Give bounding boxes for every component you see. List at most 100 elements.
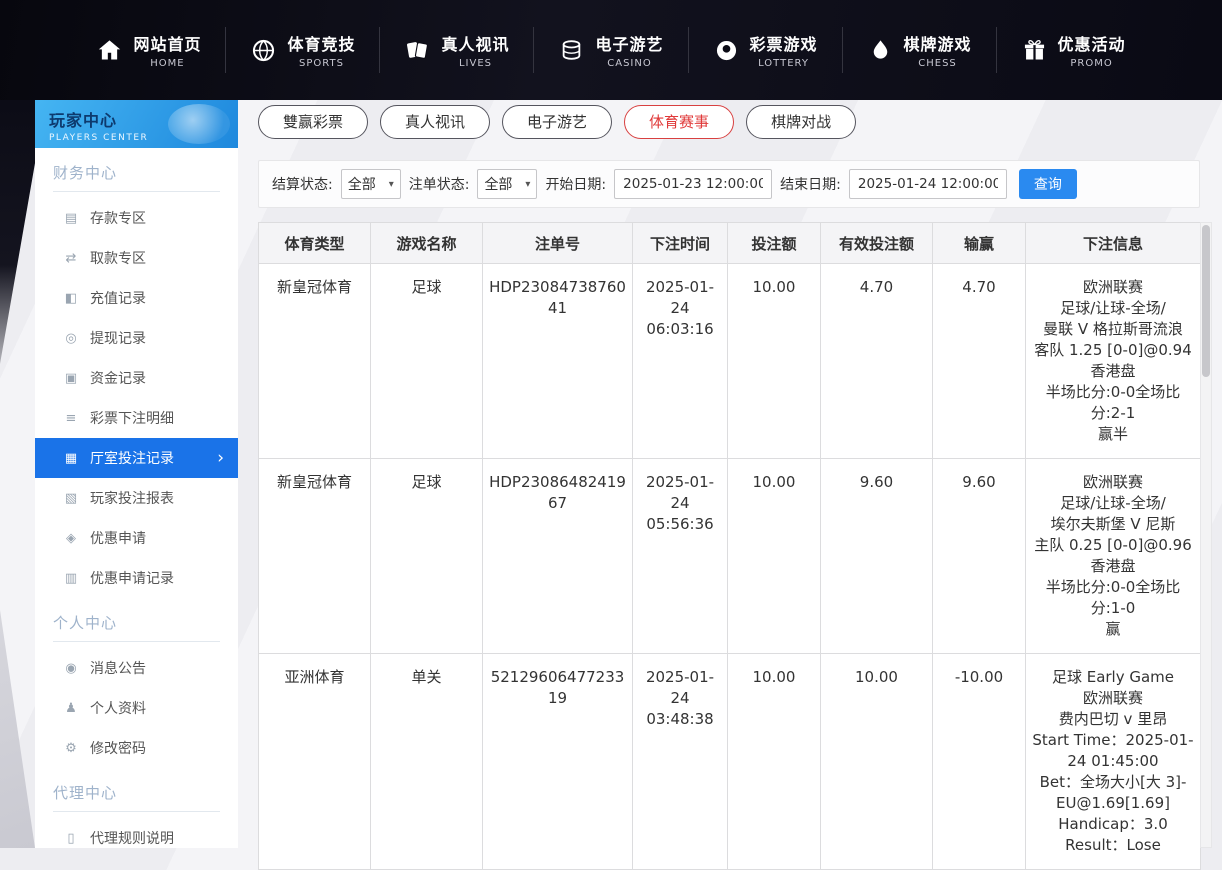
nav-label-zh: 网站首页 — [133, 31, 201, 55]
home-icon — [96, 37, 123, 64]
nav-item-lives[interactable]: 真人视讯 LIVES — [380, 31, 533, 69]
nav-label-en: LIVES — [441, 58, 509, 69]
nav-label-en: CHESS — [904, 58, 972, 69]
end-date-input[interactable] — [849, 169, 1007, 199]
cell-sport-type: 新皇冠体育 — [259, 459, 371, 654]
table-row: 新皇冠体育 足球 HDP2308648241967 2025-01-24 05:… — [259, 459, 1201, 654]
profile-icon: ♟ — [61, 701, 81, 716]
sidebar-item-label: 玩家投注报表 — [90, 488, 174, 508]
sidebar-item-label: 存款专区 — [90, 208, 146, 228]
recharge-record-icon: ◧ — [61, 291, 81, 306]
tab-sports[interactable]: 体育赛事 — [624, 105, 734, 139]
withdrawal-record-icon: ◎ — [61, 331, 81, 346]
nav-label-en: LOTTERY — [750, 58, 818, 69]
nav-item-sports[interactable]: 体育竞技 SPORTS — [226, 31, 379, 69]
tab-lottery[interactable]: 雙赢彩票 — [258, 105, 368, 139]
cards-icon — [404, 37, 431, 64]
bet-records-table: 体育类型 游戏名称 注单号 下注时间 投注额 有效投注额 输赢 下注信息 新皇冠… — [258, 222, 1201, 870]
sidebar-item-deposit[interactable]: ▤ 存款专区 — [35, 198, 238, 238]
end-date-label: 结束日期: — [780, 174, 841, 194]
nav-item-chess[interactable]: 棋牌游戏 CHESS — [843, 31, 996, 69]
nav-label-zh: 体育竞技 — [287, 31, 355, 55]
category-tabs: 雙赢彩票 真人视讯 电子游艺 体育赛事 棋牌对战 — [258, 105, 1200, 139]
cell-bet-info: 欧洲联赛 足球/让球-全场/ 曼联 V 格拉斯哥流浪 客队 1.25 [0-0]… — [1026, 264, 1201, 459]
cell-order-no: 5212960647723319 — [483, 654, 633, 870]
scrollbar-thumb[interactable] — [1202, 225, 1210, 377]
sidebar-item-recharge-record[interactable]: ◧ 充值记录 — [35, 278, 238, 318]
sidebar: 玩家中心 PLAYERS CENTER 财务中心 ▤ 存款专区 ⇄ 取款专区 ◧… — [35, 100, 238, 848]
sidebar-item-label: 优惠申请 — [90, 528, 146, 548]
deposit-icon: ▤ — [61, 211, 81, 226]
sidebar-item-label: 消息公告 — [90, 658, 146, 678]
sidebar-item-lottery-bet-detail[interactable]: ≡ 彩票下注明细 — [35, 398, 238, 438]
tab-chess[interactable]: 棋牌对战 — [746, 105, 856, 139]
nav-label-en: PROMO — [1058, 58, 1126, 69]
sports-ball-icon — [250, 37, 277, 64]
nav-item-lottery[interactable]: 彩票游戏 LOTTERY — [689, 31, 842, 69]
sidebar-item-withdraw[interactable]: ⇄ 取款专区 — [35, 238, 238, 278]
sidebar-item-message-notice[interactable]: ◉ 消息公告 — [35, 648, 238, 688]
table-row: 亚洲体育 单关 5212960647723319 2025-01-24 03:4… — [259, 654, 1201, 870]
sidebar-item-label: 优惠申请记录 — [90, 568, 174, 588]
nav-label-zh: 优惠活动 — [1058, 31, 1126, 55]
nav-label-en: SPORTS — [287, 58, 355, 69]
filter-bar: 结算状态: 全部 ▾ 注单状态: 全部 ▾ 开始日期: 结束日期: 查询 — [258, 160, 1200, 208]
cell-win-loss: 9.60 — [933, 459, 1026, 654]
nav-label-zh: 电子游艺 — [595, 31, 663, 55]
cell-win-loss: 4.70 — [933, 264, 1026, 459]
section-label-agent: 代理中心 — [53, 782, 220, 812]
cell-bet-time: 2025-01-24 05:56:36 — [633, 459, 728, 654]
sidebar-item-label: 厅室投注记录 — [90, 448, 174, 468]
cell-bet-amount: 10.00 — [728, 264, 821, 459]
nav-item-promo[interactable]: 优惠活动 PROMO — [997, 31, 1150, 69]
withdraw-icon: ⇄ — [61, 251, 81, 266]
sidebar-item-label: 资金记录 — [90, 368, 146, 388]
sidebar-item-change-password[interactable]: ⚙ 修改密码 — [35, 728, 238, 768]
sidebar-item-hall-bet-record[interactable]: ▦ 厅室投注记录 › — [35, 438, 238, 478]
sidebar-item-funds-record[interactable]: ▣ 资金记录 — [35, 358, 238, 398]
settle-status-select[interactable]: 全部 ▾ — [341, 169, 401, 199]
start-date-input[interactable] — [614, 169, 772, 199]
table-row: 新皇冠体育 足球 HDP2308473876041 2025-01-24 06:… — [259, 264, 1201, 459]
sidebar-item-label: 彩票下注明细 — [90, 408, 174, 428]
nav-item-home[interactable]: 网站首页 HOME — [72, 31, 225, 69]
order-status-select[interactable]: 全部 ▾ — [477, 169, 537, 199]
sidebar-item-label: 取款专区 — [90, 248, 146, 268]
sidebar-item-withdrawal-record[interactable]: ◎ 提现记录 — [35, 318, 238, 358]
section-label-personal: 个人中心 — [53, 612, 220, 642]
sidebar-item-agent-rules[interactable]: ▯ 代理规则说明 — [35, 818, 238, 858]
col-header-win-loss: 输赢 — [933, 223, 1026, 264]
cell-valid-amount: 10.00 — [821, 654, 933, 870]
col-header-bet-time: 下注时间 — [633, 223, 728, 264]
cell-bet-amount: 10.00 — [728, 654, 821, 870]
nav-label-zh: 棋牌游戏 — [904, 31, 972, 55]
nav-item-casino[interactable]: 电子游艺 CASINO — [534, 31, 687, 69]
cell-bet-time: 2025-01-24 06:03:16 — [633, 264, 728, 459]
message-notice-icon: ◉ — [61, 661, 81, 676]
tab-egames[interactable]: 电子游艺 — [502, 105, 612, 139]
lottery-ball-icon — [713, 37, 740, 64]
sidebar-item-profile[interactable]: ♟ 个人资料 — [35, 688, 238, 728]
table-header-row: 体育类型 游戏名称 注单号 下注时间 投注额 有效投注额 输赢 下注信息 — [259, 223, 1201, 264]
cell-bet-info: 欧洲联赛 足球/让球-全场/ 埃尔夫斯堡 V 尼斯 主队 0.25 [0-0]@… — [1026, 459, 1201, 654]
sidebar-item-label: 提现记录 — [90, 328, 146, 348]
sidebar-item-label: 充值记录 — [90, 288, 146, 308]
vertical-scrollbar[interactable] — [1200, 222, 1212, 848]
caret-down-icon: ▾ — [389, 179, 394, 190]
col-header-valid-amount: 有效投注额 — [821, 223, 933, 264]
agent-rules-icon: ▯ — [61, 831, 81, 846]
nav-label-zh: 真人视讯 — [441, 31, 509, 55]
cell-bet-time: 2025-01-24 03:48:38 — [633, 654, 728, 870]
sidebar-item-promo-apply[interactable]: ◈ 优惠申请 — [35, 518, 238, 558]
cell-sport-type: 亚洲体育 — [259, 654, 371, 870]
tab-live[interactable]: 真人视讯 — [380, 105, 490, 139]
sidebar-item-promo-apply-record[interactable]: ▥ 优惠申请记录 — [35, 558, 238, 598]
chevron-right-icon: › — [217, 450, 224, 467]
caret-down-icon: ▾ — [525, 179, 530, 190]
top-navigation: 网站首页 HOME 体育竞技 SPORTS 真人视讯 LIVES 电子游艺 CA… — [0, 0, 1222, 100]
col-header-order-no: 注单号 — [483, 223, 633, 264]
sidebar-item-player-bet-report[interactable]: ▧ 玩家投注报表 — [35, 478, 238, 518]
search-button[interactable]: 查询 — [1019, 169, 1077, 199]
cell-bet-info: 足球 Early Game 欧洲联赛 费内巴切 v 里昂 Start Time：… — [1026, 654, 1201, 870]
cell-order-no: HDP2308648241967 — [483, 459, 633, 654]
